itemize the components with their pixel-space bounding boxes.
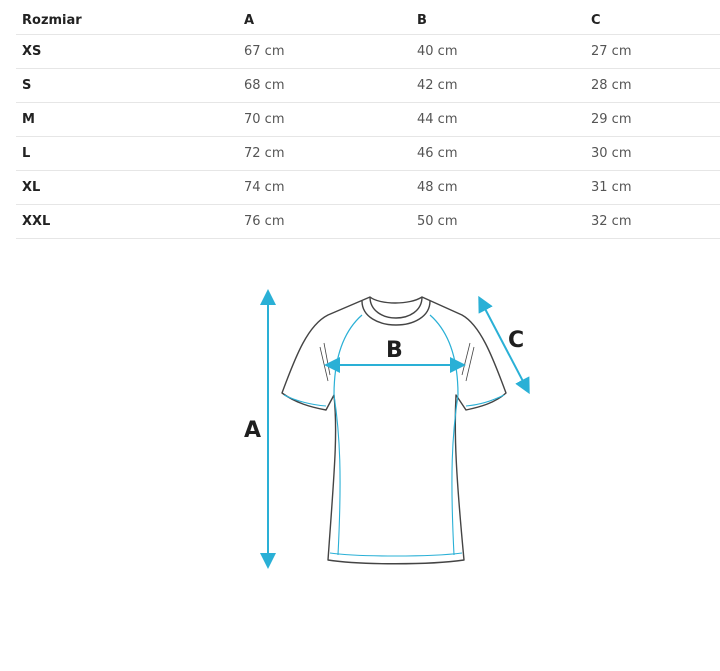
value-a-cell: 70 cm bbox=[238, 102, 411, 137]
value-a-cell: 74 cm bbox=[238, 170, 411, 205]
header-b: B bbox=[411, 6, 585, 35]
value-a-cell: 67 cm bbox=[238, 34, 411, 69]
label-a: A bbox=[244, 418, 261, 443]
tshirt-measurement-diagram: A B C bbox=[244, 289, 530, 569]
value-c-cell: 32 cm bbox=[585, 204, 720, 239]
table-row: M 70 cm 44 cm 29 cm bbox=[16, 102, 720, 137]
size-cell: XS bbox=[16, 34, 238, 69]
value-b-cell: 44 cm bbox=[411, 102, 585, 137]
table-row: XS 67 cm 40 cm 27 cm bbox=[16, 34, 720, 69]
value-c-cell: 31 cm bbox=[585, 170, 720, 205]
label-b: B bbox=[386, 338, 403, 363]
value-b-cell: 40 cm bbox=[411, 34, 585, 69]
value-c-cell: 29 cm bbox=[585, 102, 720, 137]
size-cell: M bbox=[16, 102, 238, 137]
value-c-cell: 30 cm bbox=[585, 136, 720, 171]
value-b-cell: 48 cm bbox=[411, 170, 585, 205]
table-row: L 72 cm 46 cm 30 cm bbox=[16, 136, 720, 171]
size-cell: L bbox=[16, 136, 238, 171]
value-a-cell: 68 cm bbox=[238, 68, 411, 103]
header-c: C bbox=[585, 6, 720, 35]
value-c-cell: 28 cm bbox=[585, 68, 720, 103]
value-a-cell: 76 cm bbox=[238, 204, 411, 239]
label-c: C bbox=[508, 328, 524, 353]
value-b-cell: 42 cm bbox=[411, 68, 585, 103]
size-cell: XL bbox=[16, 170, 238, 205]
value-b-cell: 50 cm bbox=[411, 204, 585, 239]
size-chart-table: Rozmiar A B C XS 67 cm 40 cm 27 cm S 68 … bbox=[16, 6, 720, 239]
value-c-cell: 27 cm bbox=[585, 34, 720, 69]
size-cell: S bbox=[16, 68, 238, 103]
value-b-cell: 46 cm bbox=[411, 136, 585, 171]
header-a: A bbox=[238, 6, 411, 35]
table-row: S 68 cm 42 cm 28 cm bbox=[16, 68, 720, 103]
size-cell: XXL bbox=[16, 204, 238, 239]
value-a-cell: 72 cm bbox=[238, 136, 411, 171]
table-row: XXL 76 cm 50 cm 32 cm bbox=[16, 204, 720, 239]
header-size: Rozmiar bbox=[16, 6, 238, 35]
tshirt-outline-icon bbox=[281, 296, 507, 565]
table-row: XL 74 cm 48 cm 31 cm bbox=[16, 170, 720, 205]
table-header-row: Rozmiar A B C bbox=[16, 6, 720, 35]
